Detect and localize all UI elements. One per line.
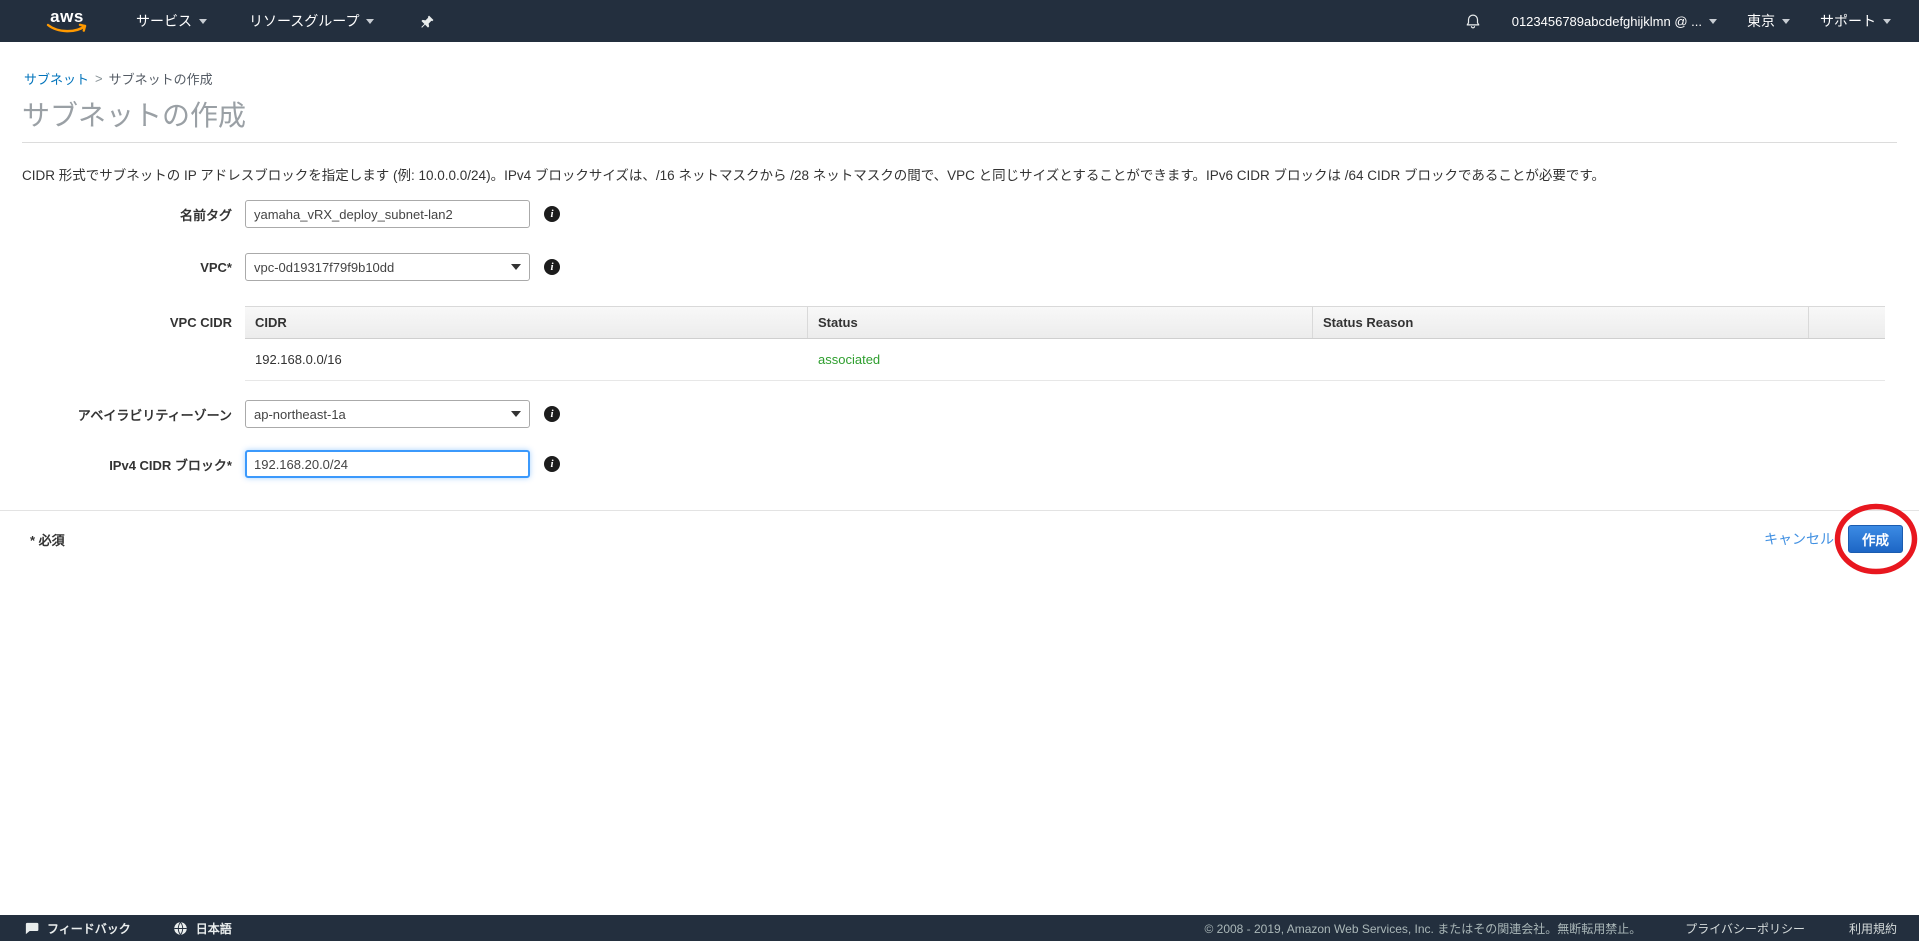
region-label: 東京	[1747, 11, 1775, 31]
cell-status: associated	[808, 352, 1313, 367]
cancel-button[interactable]: キャンセル	[1764, 529, 1834, 549]
vpc-cidr-label: VPC CIDR	[0, 306, 245, 330]
ipv4-cidr-row: IPv4 CIDR ブロック* i	[0, 450, 1919, 478]
language-label: 日本語	[196, 920, 232, 937]
account-name: 0123456789abcdefghijklmn @ ...	[1512, 14, 1702, 29]
feedback-label: フィードバック	[47, 920, 131, 937]
notifications-bell-icon[interactable]	[1464, 12, 1482, 31]
table-row: 192.168.0.0/16 associated	[245, 339, 1885, 381]
copyright-text: © 2008 - 2019, Amazon Web Services, Inc.…	[1204, 920, 1641, 937]
chevron-down-icon	[1883, 19, 1891, 24]
name-tag-row: 名前タグ i	[0, 200, 1919, 228]
language-button[interactable]: 日本語	[173, 920, 232, 937]
globe-icon	[173, 921, 188, 936]
availability-zone-row: アベイラビリティーゾーン ap-northeast-1a i	[0, 400, 1919, 428]
terms-of-use-link[interactable]: 利用規約	[1849, 920, 1897, 937]
column-header-cidr: CIDR	[245, 307, 808, 338]
pin-shortcut-icon[interactable]	[420, 14, 435, 29]
info-icon[interactable]: i	[544, 406, 560, 422]
chevron-down-icon	[511, 264, 521, 270]
footer-bar: フィードバック 日本語 © 2008 - 2019, Amazon Web Se…	[0, 915, 1919, 941]
cell-cidr: 192.168.0.0/16	[245, 352, 808, 367]
breadcrumb-separator: >	[95, 71, 103, 86]
aws-smile-icon	[46, 23, 88, 34]
create-subnet-form: 名前タグ i VPC* vpc-0d19317f79f9b10dd i VPC …	[0, 200, 1919, 478]
breadcrumb-subnets-link[interactable]: サブネット	[24, 69, 89, 88]
column-header-status-reason: Status Reason	[1313, 307, 1809, 338]
vpc-select-value: vpc-0d19317f79f9b10dd	[254, 260, 394, 275]
privacy-policy-link[interactable]: プライバシーポリシー	[1685, 920, 1805, 937]
chevron-down-icon	[199, 19, 207, 24]
vpc-cidr-table: CIDR Status Status Reason 192.168.0.0/16…	[245, 306, 1885, 381]
nav-resource-groups-label: リソースグループ	[249, 11, 359, 31]
ipv4-cidr-input[interactable]	[245, 450, 530, 478]
nav-services-label: サービス	[136, 11, 192, 31]
name-tag-label: 名前タグ	[0, 205, 245, 224]
top-navigation-bar: aws サービス リソースグループ 0123456789abcdefghijkl…	[0, 0, 1919, 42]
footer-right-group: © 2008 - 2019, Amazon Web Services, Inc.…	[1204, 920, 1919, 937]
support-menu[interactable]: サポート	[1820, 11, 1891, 31]
column-header-extra	[1809, 307, 1885, 338]
column-header-status: Status	[808, 307, 1313, 338]
nav-services-menu[interactable]: サービス	[136, 11, 207, 31]
info-icon[interactable]: i	[544, 206, 560, 222]
feedback-button[interactable]: フィードバック	[24, 920, 131, 937]
availability-zone-label: アベイラビリティーゾーン	[0, 405, 245, 424]
availability-zone-select[interactable]: ap-northeast-1a	[245, 400, 530, 428]
actions-right-group: キャンセル 作成	[1764, 525, 1903, 553]
vpc-cidr-table-header: CIDR Status Status Reason	[245, 306, 1885, 339]
account-menu[interactable]: 0123456789abcdefghijklmn @ ...	[1512, 14, 1717, 29]
info-icon[interactable]: i	[544, 259, 560, 275]
title-divider	[22, 142, 1897, 143]
vpc-row: VPC* vpc-0d19317f79f9b10dd i	[0, 253, 1919, 281]
chevron-down-icon	[1782, 19, 1790, 24]
required-note: * 必須	[30, 530, 65, 549]
vpc-cidr-row: VPC CIDR CIDR Status Status Reason 192.1…	[0, 306, 1919, 381]
chevron-down-icon	[511, 411, 521, 417]
info-icon[interactable]: i	[544, 456, 560, 472]
page-title: サブネットの作成	[22, 100, 1919, 132]
actions-row: * 必須 キャンセル 作成	[0, 511, 1919, 553]
name-tag-input[interactable]	[245, 200, 530, 228]
aws-logo[interactable]: aws	[46, 8, 88, 34]
support-label: サポート	[1820, 11, 1876, 31]
vpc-select[interactable]: vpc-0d19317f79f9b10dd	[245, 253, 530, 281]
breadcrumb-current: サブネットの作成	[109, 69, 213, 88]
create-button-wrap: 作成	[1848, 525, 1903, 553]
speech-bubble-icon	[24, 921, 39, 936]
nav-right-group: 0123456789abcdefghijklmn @ ... 東京 サポート	[1464, 11, 1919, 31]
create-button[interactable]: 作成	[1848, 525, 1903, 553]
region-menu[interactable]: 東京	[1747, 11, 1790, 31]
page-description: CIDR 形式でサブネットの IP アドレスブロックを指定します (例: 10.…	[22, 164, 1897, 184]
breadcrumb: サブネット > サブネットの作成	[24, 69, 1919, 88]
chevron-down-icon	[1709, 19, 1717, 24]
availability-zone-value: ap-northeast-1a	[254, 407, 346, 422]
chevron-down-icon	[366, 19, 374, 24]
nav-resource-groups-menu[interactable]: リソースグループ	[249, 11, 374, 31]
ipv4-cidr-label: IPv4 CIDR ブロック*	[0, 455, 245, 474]
vpc-label: VPC*	[0, 260, 245, 275]
